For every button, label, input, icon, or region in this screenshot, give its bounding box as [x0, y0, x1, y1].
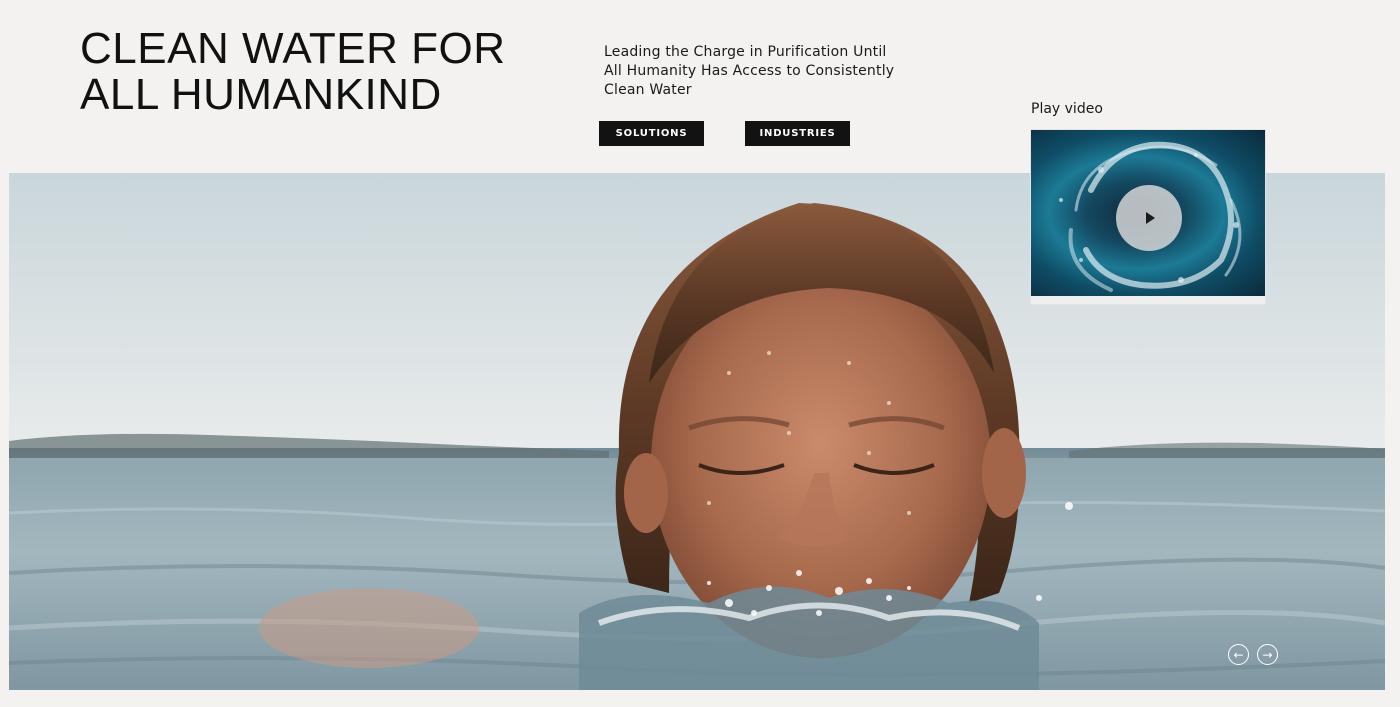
- industries-button[interactable]: INDUSTRIES: [745, 121, 850, 146]
- video-card[interactable]: [1030, 129, 1266, 305]
- arrow-right-icon[interactable]: →: [1257, 644, 1278, 665]
- play-icon: [1146, 212, 1155, 224]
- solutions-button[interactable]: SOLUTIONS: [599, 121, 704, 146]
- video-thumbnail[interactable]: [1031, 130, 1265, 296]
- video-progress-bar: [1031, 296, 1265, 304]
- play-video-label: Play video: [1031, 101, 1103, 117]
- arrow-left-icon[interactable]: ←: [1228, 644, 1249, 665]
- carousel-controls: ← →: [1228, 644, 1278, 665]
- tagline: Leading the Charge in Purification Until…: [604, 44, 895, 98]
- play-video-button[interactable]: [1116, 185, 1182, 251]
- page-title: CLEAN WATER FOR ALL HUMANKIND: [80, 24, 506, 119]
- page: CLEAN WATER FOR ALL HUMANKIND Leading th…: [0, 0, 1400, 707]
